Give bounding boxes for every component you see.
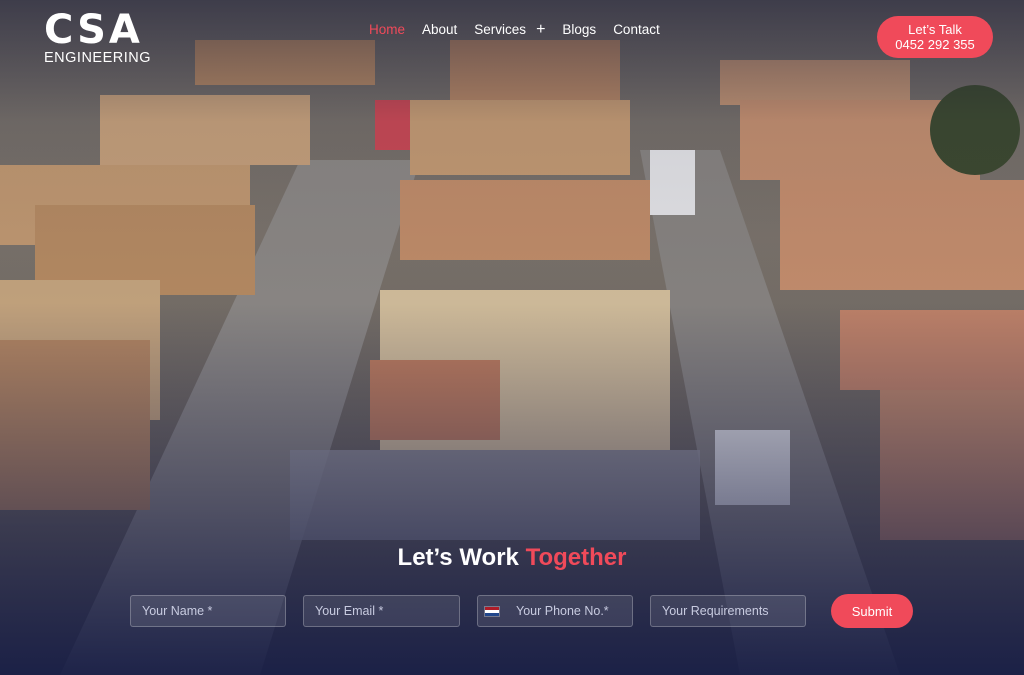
nav-blogs[interactable]: Blogs xyxy=(562,22,596,37)
phone-number: 0452 292 355 xyxy=(895,37,975,52)
netherlands-flag-icon[interactable] xyxy=(484,605,500,617)
form-headline: Let’s Work Together xyxy=(0,544,1024,572)
logo-subtitle: ENGINEERING xyxy=(44,50,152,66)
contact-form: Submit xyxy=(130,594,913,628)
submit-button[interactable]: Submit xyxy=(831,594,913,628)
nav-services[interactable]: Services + xyxy=(474,21,545,37)
lets-talk-label: Let’s Talk xyxy=(908,22,962,37)
requirements-input[interactable] xyxy=(650,595,806,627)
headline-accent: Together xyxy=(525,544,627,571)
headline-main: Let’s Work xyxy=(397,544,526,571)
site-logo[interactable]: CSA ENGINEERING xyxy=(44,7,152,66)
plus-icon[interactable]: + xyxy=(536,21,545,37)
nav-contact[interactable]: Contact xyxy=(613,22,660,37)
hero-background xyxy=(0,0,1024,675)
name-input[interactable] xyxy=(130,595,286,627)
nav-home[interactable]: Home xyxy=(369,22,405,37)
nav-services-label: Services xyxy=(474,22,527,37)
email-input[interactable] xyxy=(303,595,460,627)
lets-talk-button[interactable]: Let’s Talk 0452 292 355 xyxy=(877,16,993,58)
phone-input[interactable] xyxy=(500,604,620,618)
gradient-overlay xyxy=(0,0,1024,675)
phone-field[interactable] xyxy=(477,595,633,627)
nav-about[interactable]: About xyxy=(422,22,457,37)
logo-mark: CSA xyxy=(44,7,143,53)
main-nav: Home About Services + Blogs Contact xyxy=(369,21,660,37)
